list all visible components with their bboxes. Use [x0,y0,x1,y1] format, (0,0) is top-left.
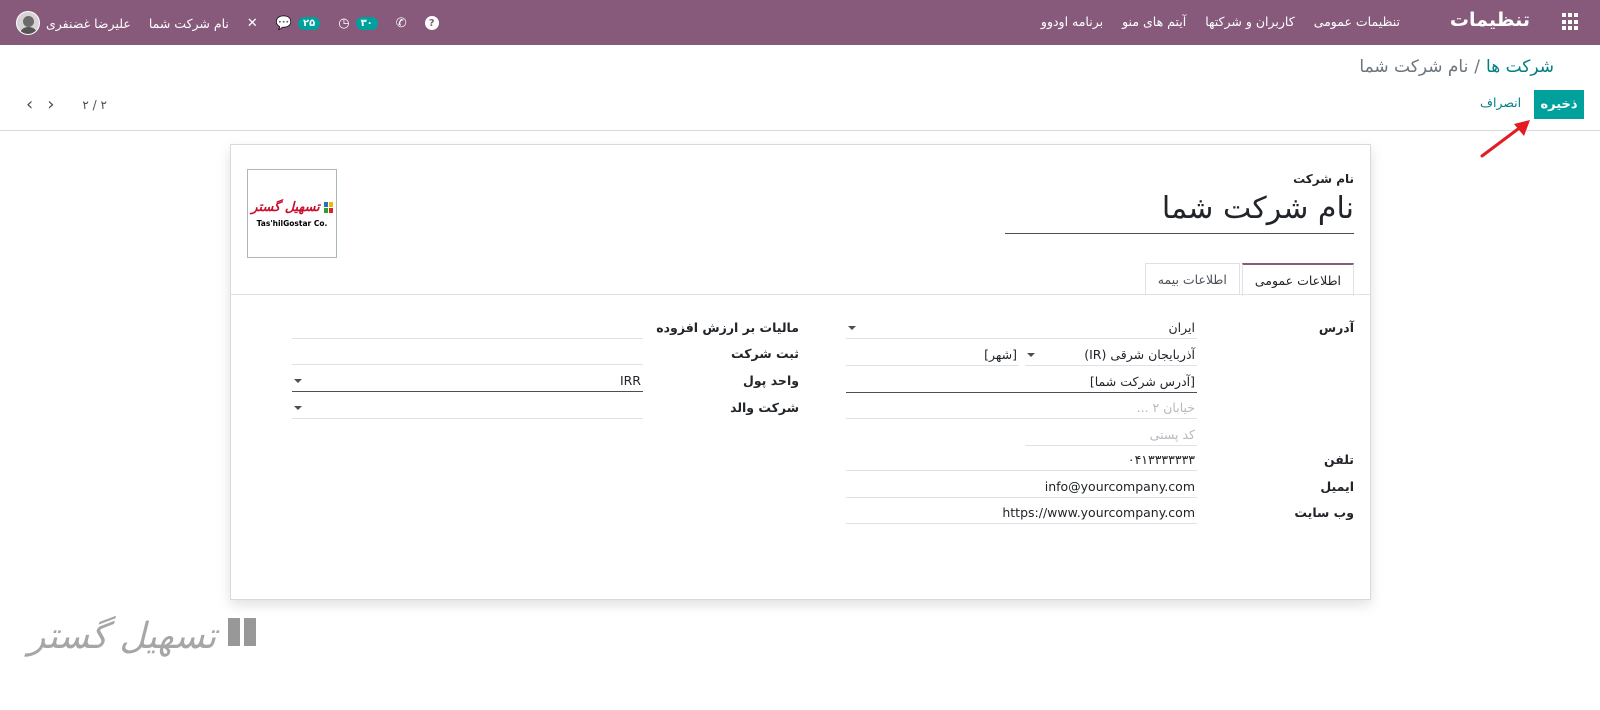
state-select[interactable]: آذربایجان شرقی (IR) [1025,344,1197,366]
address-label: آدرس [1318,320,1354,335]
tabs-divider [231,294,1370,295]
registry-field[interactable] [292,343,643,365]
pager-value[interactable]: ۲ / ۲ [82,98,107,112]
city-value: [شهر] [984,347,1017,362]
save-button[interactable]: ذخیره [1534,90,1584,119]
tab-insurance-info[interactable]: اطلاعات بیمه [1144,263,1240,295]
country-value: ایران [1168,320,1195,335]
breadcrumb-companies[interactable]: شرکت ها [1486,57,1554,77]
currency-select[interactable]: IRR [292,370,643,392]
clock-icon: ◷ [338,15,350,31]
chevron-down-icon [1027,353,1035,357]
currency-label: واحد پول [742,373,799,388]
city-field[interactable]: [شهر] [846,344,1019,366]
breadcrumb-separator: / [1474,57,1481,77]
apps-menu-icon[interactable] [1560,13,1578,31]
pager-next-icon[interactable]: › [47,96,54,114]
user-menu[interactable]: علیرضا غضنفری [16,11,131,35]
form-tabs: اطلاعات عمومی اطلاعات بیمه [1143,263,1354,296]
logo-squares-icon [323,201,333,213]
logo-mark: تسهیل گستر [251,199,333,215]
tab-general-info[interactable]: اطلاعات عمومی [1241,263,1354,296]
company-name-input[interactable]: نام شرکت شما [1005,191,1354,234]
messages-button[interactable]: 💬 ۲۵ [275,15,321,31]
menu-item-general-settings[interactable]: تنظیمات عمومی [1314,14,1400,29]
form-sheet: تسهیل گستر Tas'hilGostar Co. نام شرکت نا… [230,144,1371,600]
main-navbar: تنظیمات تنظیمات عمومی کاربران و شرکتها آ… [0,0,1600,45]
activities-badge: ۳۰ [355,16,378,30]
phone-button[interactable]: ✆ [396,17,407,30]
phone-field[interactable]: ۰۴۱۳۳۳۳۳۳۳ [846,449,1197,471]
watermark-bars-icon [222,608,264,664]
cancel-button[interactable]: انصراف [1480,95,1521,110]
pager: ‹ › ۲ / ۲ [26,96,107,114]
control-panel-divider [0,130,1600,131]
menu-item-odoo-app[interactable]: برنامه اودوو [1041,14,1103,29]
activities-button[interactable]: ◷ ۳۰ [338,15,378,31]
chevron-down-icon [294,379,302,383]
street-field[interactable]: [آدرس شرکت شما] [846,371,1197,393]
systray: ? ✆ ◷ ۳۰ 💬 ۲۵ ✕ نام شرکت شما علیرضا غضنف… [16,8,439,38]
company-logo[interactable]: تسهیل گستر Tas'hilGostar Co. [247,169,337,258]
company-name-label: نام شرکت [1293,172,1354,186]
breadcrumb: شرکت ها/نام شرکت شما [1359,57,1554,77]
currency-value: IRR [619,373,641,388]
debug-tools-button[interactable]: ✕ [247,17,258,30]
menu-item-users-companies[interactable]: کاربران و شرکتها [1205,14,1294,29]
country-select[interactable]: ایران [846,317,1197,339]
website-field[interactable]: https://www.yourcompany.com [846,502,1197,524]
email-label: ایمیل [1320,479,1354,494]
phone-icon: ✆ [395,15,407,31]
app-title[interactable]: تنظیمات [1450,9,1530,31]
registry-label: ثبت شرکت [731,346,799,361]
company-switcher[interactable]: نام شرکت شما [149,16,229,31]
top-menu: تنظیمات عمومی کاربران و شرکتها آیتم های … [1041,14,1400,29]
tools-icon: ✕ [246,15,258,31]
street2-field[interactable]: خیابان ۲ ... [846,397,1197,419]
website-label: وب سایت [1294,505,1354,520]
user-name: علیرضا غضنفری [46,15,131,31]
help-icon: ? [424,16,439,30]
logo-persian-text: تسهیل گستر [251,199,320,215]
logo-english-text: Tas'hilGostar Co. [256,218,328,228]
state-value: آذربایجان شرقی (IR) [1084,347,1195,362]
vat-label: مالیات بر ارزش افزوده [656,320,799,335]
email-field[interactable]: info@yourcompany.com [846,476,1197,498]
phone-label: تلفن [1323,452,1354,467]
help-button[interactable]: ? [424,16,439,30]
breadcrumb-current: نام شرکت شما [1359,57,1469,77]
parent-company-select[interactable] [292,397,643,419]
zip-field[interactable]: کد پستی [1025,424,1197,446]
watermark-logo: تسهیل گستر [28,608,264,664]
messages-badge: ۲۵ [298,16,321,30]
parent-company-label: شرکت والد [730,400,799,415]
chevron-down-icon [294,406,302,410]
avatar [16,11,40,35]
vat-field[interactable] [292,317,643,339]
company-switcher-label: نام شرکت شما [148,15,229,31]
annotation-arrow-icon [1480,120,1530,158]
watermark-text: تسهیل گستر [28,615,217,657]
chat-icon: 💬 [275,15,292,31]
chevron-down-icon [848,326,856,330]
menu-item-menu-items[interactable]: آیتم های منو [1122,14,1186,29]
pager-previous-icon[interactable]: ‹ [26,96,33,114]
